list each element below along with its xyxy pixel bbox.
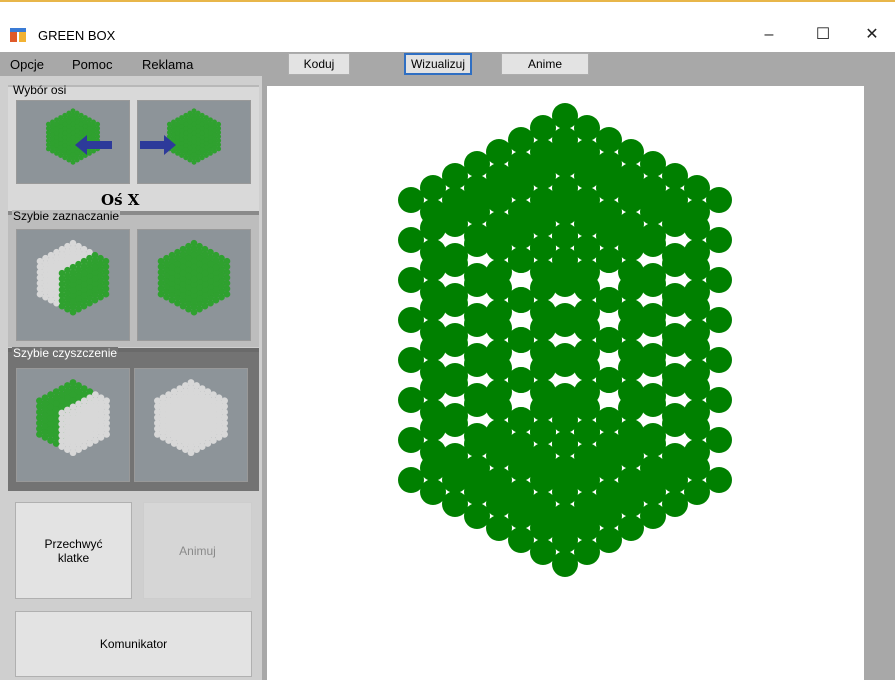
menu-bar: Opcje Pomoc Reklama Koduj Wizualizuj Ani… [0,52,895,76]
menu-reklama[interactable]: Reklama [142,57,193,72]
axis-right-thumbnail[interactable] [137,100,251,184]
quick-clear-partial-thumbnail[interactable] [16,368,130,482]
window-title: GREEN BOX [38,28,116,43]
animate-button[interactable]: Animuj [143,502,252,599]
communicator-button[interactable]: Komunikator [15,611,252,677]
quick-clear-title: Szybie czyszczenie [12,346,119,360]
quick-clear-group: Szybie czyszczenie [8,346,259,491]
cube-all-white-icon [135,369,247,481]
capture-frame-label: Przechwyć klatke [44,536,103,565]
quick-select-partial-thumbnail[interactable] [16,229,130,341]
anime-button[interactable]: Anime [501,53,589,75]
axis-selection-group: Wybór osi Oś X [8,83,259,211]
menu-opcje[interactable]: Opcje [10,57,44,72]
app-icon [10,28,26,42]
animate-label: Animuj [179,543,216,558]
close-button[interactable]: ✕ [849,20,895,50]
cube-all-green-icon [138,230,250,340]
axis-left-thumbnail[interactable] [16,100,130,184]
visualization-area [262,76,895,680]
koduj-button[interactable]: Koduj [288,53,350,75]
quick-select-title: Szybie zaznaczanie [12,209,121,223]
axis-group-title: Wybór osi [13,83,67,97]
wizualizuj-button[interactable]: Wizualizuj [404,53,472,75]
visualization-canvas[interactable] [267,86,864,680]
axis-label: Oś X [101,191,140,209]
cube-arrow-left-icon [17,101,129,183]
title-bar: GREEN BOX – ☐ ✕ [0,0,895,52]
quick-select-group: Szybie zaznaczanie [8,209,259,347]
quick-select-all-thumbnail[interactable] [137,229,251,341]
communicator-label: Komunikator [99,637,168,651]
left-panel: Wybór osi Oś X Szybie zaznaczanie Szybie… [0,76,262,680]
capture-frame-button[interactable]: Przechwyć klatke [15,502,132,599]
cube-arrow-right-icon [138,101,250,183]
maximize-button[interactable]: ☐ [800,20,846,50]
cube-partial-white-icon [17,369,129,481]
minimize-button[interactable]: – [746,20,792,50]
sphere-cube-visualization [398,103,732,577]
cube-partial-green-icon [17,230,129,340]
quick-clear-all-thumbnail[interactable] [134,368,248,482]
menu-pomoc[interactable]: Pomoc [72,57,112,72]
